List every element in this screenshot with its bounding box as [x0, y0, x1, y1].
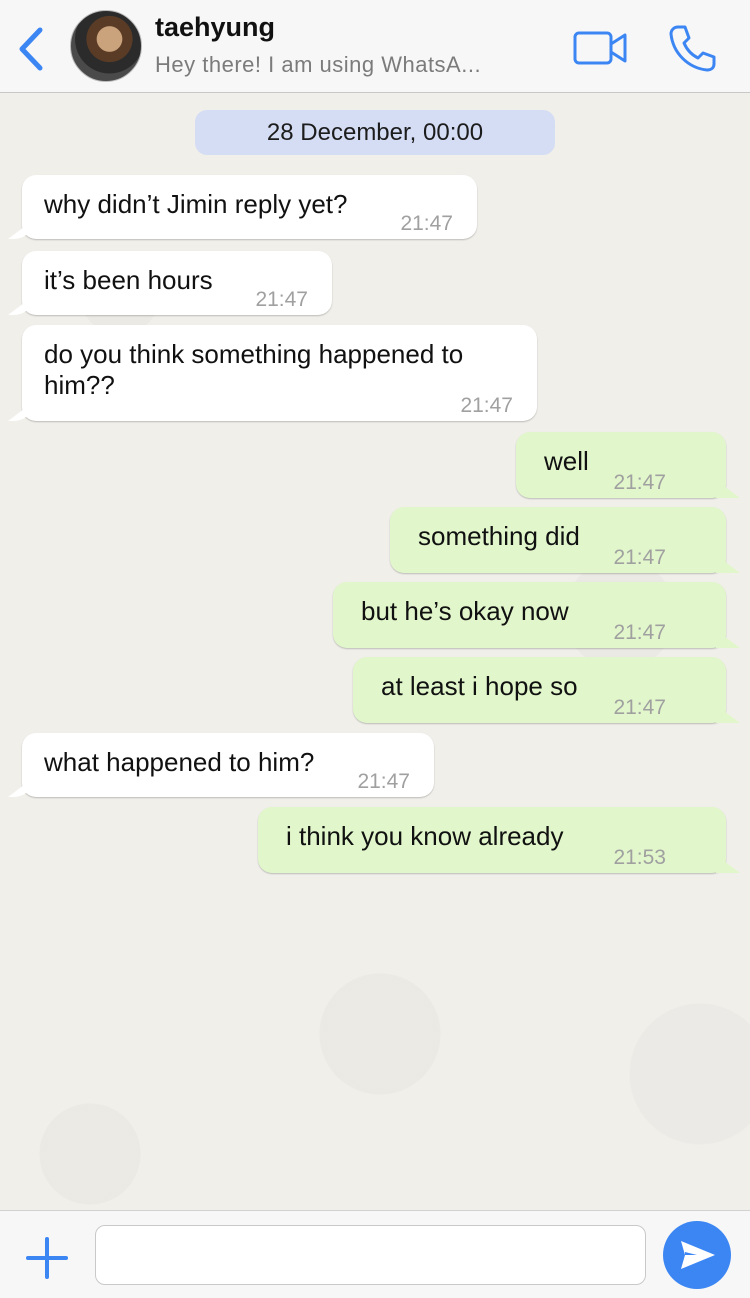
date-separator: 28 December, 00:00 — [195, 110, 555, 155]
message-text: but he’s okay now — [361, 596, 569, 626]
message-text: something did — [418, 521, 580, 551]
voice-call-button[interactable] — [666, 22, 718, 74]
message-time: 21:53 — [613, 846, 666, 869]
message-text: why didn’t Jimin reply yet? — [44, 189, 348, 219]
message-time: 21:47 — [613, 696, 666, 719]
video-call-button[interactable] — [572, 28, 628, 68]
message-text: i think you know already — [286, 821, 564, 851]
contact-avatar[interactable] — [70, 10, 142, 82]
message-bubble-outgoing[interactable]: but he’s okay now 21:47 — [333, 582, 726, 648]
chat-screen: taehyung Hey there! I am using WhatsA...… — [0, 0, 750, 1298]
message-bubble-incoming[interactable]: what happened to him? 21:47 — [22, 733, 434, 797]
send-arrow-icon — [681, 1241, 715, 1269]
message-text: it’s been hours — [44, 265, 213, 295]
message-time: 21:47 — [255, 288, 308, 311]
message-time: 21:47 — [613, 471, 666, 494]
message-input[interactable] — [95, 1225, 646, 1285]
message-bubble-incoming[interactable]: it’s been hours 21:47 — [22, 251, 332, 315]
message-bubble-incoming[interactable]: do you think something happened to him??… — [22, 325, 537, 421]
contact-status: Hey there! I am using WhatsA... — [155, 52, 482, 77]
attach-button[interactable] — [26, 1237, 68, 1279]
message-bubble-outgoing[interactable]: something did 21:47 — [390, 507, 726, 573]
message-bubble-incoming[interactable]: why didn’t Jimin reply yet? 21:47 — [22, 175, 477, 239]
plus-icon — [26, 1237, 68, 1279]
message-time: 21:47 — [613, 621, 666, 644]
message-text: what happened to him? — [44, 747, 315, 777]
message-time: 21:47 — [613, 546, 666, 569]
message-bubble-outgoing[interactable]: at least i hope so 21:47 — [353, 657, 726, 723]
message-text-line-2: him?? — [44, 370, 115, 400]
message-bubble-outgoing[interactable]: well 21:47 — [516, 432, 726, 498]
input-bar — [0, 1210, 750, 1298]
back-button[interactable] — [14, 26, 48, 72]
message-text: well — [544, 446, 589, 476]
send-button[interactable] — [663, 1221, 731, 1289]
message-text: at least i hope so — [381, 671, 578, 701]
message-time: 21:47 — [357, 770, 410, 793]
phone-icon — [669, 25, 716, 72]
chevron-left-icon — [19, 27, 43, 71]
video-camera-icon — [573, 31, 627, 65]
message-time: 21:47 — [460, 394, 513, 417]
message-text-line-1: do you think something happened to — [44, 339, 464, 369]
message-time: 21:47 — [400, 212, 453, 235]
message-list[interactable]: 28 December, 00:00 why didn’t Jimin repl… — [0, 94, 750, 1210]
contact-name[interactable]: taehyung — [155, 12, 275, 43]
message-bubble-outgoing[interactable]: i think you know already 21:53 — [258, 807, 726, 873]
chat-header: taehyung Hey there! I am using WhatsA... — [0, 0, 750, 93]
